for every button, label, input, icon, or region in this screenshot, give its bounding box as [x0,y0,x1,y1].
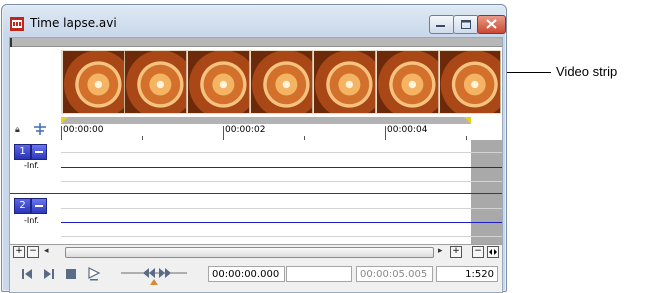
zoom-fit-icon [489,249,497,255]
waveform-line [61,222,502,223]
selection-length-field[interactable] [286,266,352,282]
ruler-tick [223,126,224,140]
ruler-label: 00:00:02 [225,125,266,135]
time-ruler[interactable]: 00:00:00 00:00:02 00:00:04 [61,124,471,141]
snap-icon[interactable] [34,123,46,135]
trimmer-client: 🔒︎ 00:00:00 00:00:02 00:00:04 1 -Inf. 2 … [9,37,503,293]
trimmer-window: Time lapse.avi 🔒︎ 00:00:00 00:00:02 00:0… [1,4,507,293]
add-track-button[interactable]: + [13,246,25,258]
track-1-level-label: -Inf. [24,161,40,170]
loop-end-marker[interactable] [464,117,471,124]
zoom-ratio-field: 1:520 [436,266,498,282]
video-frame [314,51,376,113]
callout-line [505,72,551,73]
go-to-end-icon[interactable] [43,268,55,280]
ruler-tick [385,126,386,140]
window-title: Time lapse.avi [30,16,117,30]
audio-tracks-area[interactable] [61,140,471,244]
overview-bar[interactable] [10,38,502,47]
ruler-label: 00:00:04 [387,125,428,135]
callout-label: Video strip [556,64,618,79]
ruler-label: 00:00:00 [63,125,104,135]
duration-field: 00:00:05.005 [356,266,433,282]
video-frame [63,51,125,113]
track-1-minimize-button[interactable] [31,144,47,160]
zoom-in-button[interactable]: + [450,246,462,258]
zoom-fit-button[interactable] [487,246,499,258]
video-strip[interactable] [61,50,501,114]
loop-region-bar[interactable] [61,117,471,124]
minimize-icon [436,25,445,27]
ruler-tick [61,126,62,140]
shuttle-icon[interactable] [121,262,187,288]
app-icon [10,17,24,31]
close-button[interactable] [477,15,506,34]
scroll-right-icon[interactable]: ▸ [438,246,443,256]
go-to-start-icon[interactable] [21,268,33,280]
current-time-field[interactable]: 00:00:00.000 [208,266,285,282]
stop-icon[interactable] [65,268,77,280]
video-frame [377,51,439,113]
grid-line [61,152,502,153]
overview-cursor[interactable] [10,38,12,47]
maximize-icon [461,20,471,29]
close-icon [486,19,497,29]
track-1-number[interactable]: 1 [14,144,31,160]
play-icon[interactable] [87,267,101,281]
video-frame [251,51,313,113]
title-bar[interactable]: Time lapse.avi [2,5,506,35]
track-separator [10,193,502,194]
grid-line [61,236,502,237]
maximize-button[interactable] [453,15,479,34]
track-2-level-label: -Inf. [24,216,40,225]
track-2-minimize-button[interactable] [31,198,47,214]
video-frame [440,51,501,113]
transport-bar: 00:00:00.000 00:00:05.005 1:520 [10,259,502,292]
scroll-left-icon[interactable]: ◂ [44,246,49,256]
grid-line [61,208,502,209]
horizontal-scrollbar-thumb[interactable] [65,247,434,258]
waveform-line [61,167,502,168]
lock-icon[interactable]: 🔒︎ [15,125,20,135]
video-frame [188,51,250,113]
minimize-button[interactable] [429,15,455,34]
horizontal-scroll-row: + − ◂ ▸ + − [10,244,502,260]
zoom-out-button[interactable]: − [472,246,484,258]
out-of-range-region [471,140,502,244]
track-2-number[interactable]: 2 [14,198,31,214]
remove-track-button[interactable]: − [27,246,39,258]
grid-line [61,181,502,182]
video-frame [125,51,187,113]
loop-start-marker[interactable] [61,117,68,124]
